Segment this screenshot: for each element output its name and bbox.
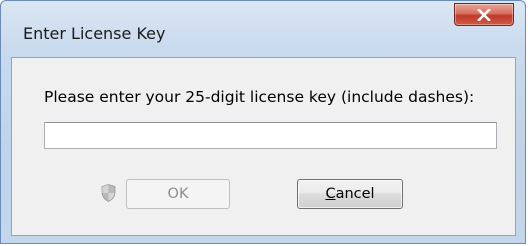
license-key-dialog: Enter License Key Please enter your 25-d… [0, 0, 526, 244]
license-key-prompt: Please enter your 25-digit license key (… [44, 88, 475, 106]
title-bar[interactable]: Enter License Key [1, 1, 525, 57]
window-title: Enter License Key [23, 24, 166, 43]
close-button[interactable] [454, 3, 514, 26]
cancel-label: ancel [335, 186, 375, 202]
license-key-input[interactable] [44, 122, 497, 149]
uac-shield-icon [101, 184, 116, 202]
close-icon [477, 8, 491, 21]
cancel-mnemonic: C [325, 186, 336, 202]
dialog-body: Please enter your 25-digit license key (… [11, 57, 516, 236]
ok-button[interactable]: OK [126, 179, 230, 209]
cancel-button[interactable]: Cancel [297, 179, 403, 209]
